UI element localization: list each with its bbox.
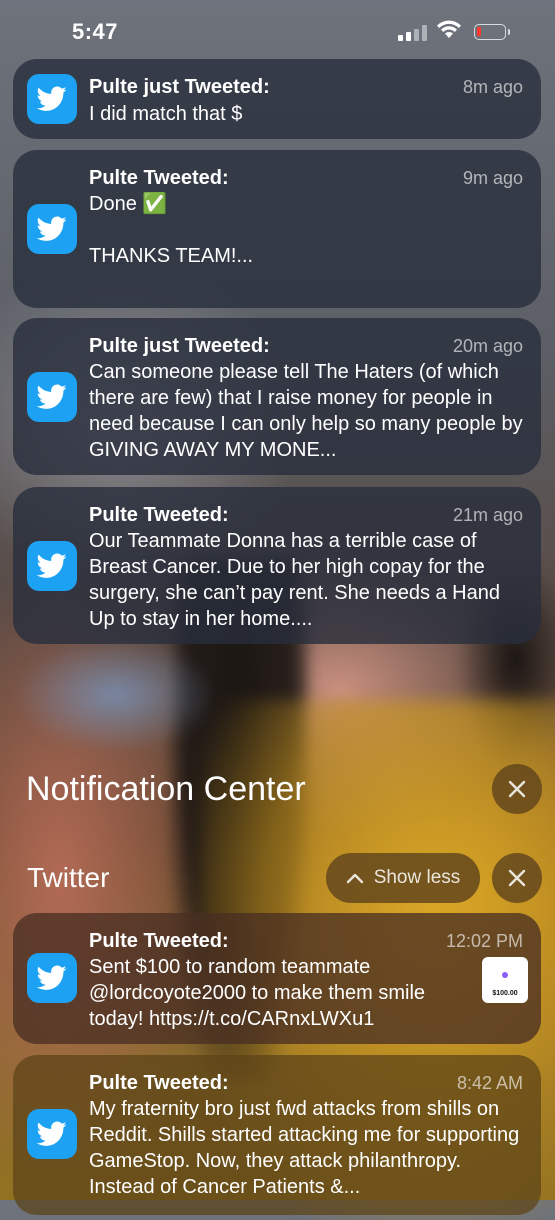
background-photo-detail — [20, 640, 210, 750]
notification-card[interactable]: Pulte just Tweeted: 20m ago Can someone … — [13, 318, 541, 475]
twitter-bird-icon — [37, 1121, 67, 1146]
notification-title: Pulte Tweeted: — [89, 167, 229, 189]
show-less-button[interactable]: Show less — [326, 853, 480, 903]
clear-all-button[interactable] — [492, 764, 542, 814]
close-icon — [508, 780, 526, 798]
twitter-bird-icon — [37, 553, 67, 578]
app-group-label: Twitter — [27, 862, 110, 893]
twitter-bird-icon — [37, 965, 67, 990]
notification-time: 8:42 AM — [456, 1073, 523, 1093]
attachment-thumbnail: $100.00 — [482, 957, 528, 1003]
chevron-up-icon — [346, 873, 363, 884]
notification-title: Pulte just Tweeted: — [89, 76, 270, 98]
notification-card[interactable]: Pulte Tweeted: 12:02 PM Sent $100 to ran… — [13, 913, 541, 1044]
twitter-app-icon — [27, 372, 77, 422]
status-bar: 5:47 — [0, 0, 555, 60]
twitter-app-icon — [27, 541, 77, 591]
show-less-label: Show less — [373, 867, 461, 888]
notification-body: I did match that $ — [89, 103, 243, 125]
notification-body: Done ✅ THANKS TEAM!... — [89, 193, 254, 267]
notification-time: 20m ago — [452, 336, 523, 356]
twitter-app-icon — [27, 1109, 77, 1159]
notification-center-title: Notification Center — [26, 770, 306, 808]
notification-title: Pulte Tweeted: — [89, 504, 229, 526]
status-time: 5:47 — [72, 19, 119, 44]
twitter-bird-icon — [37, 384, 67, 409]
twitter-bird-icon — [37, 86, 67, 111]
notification-body: Our Teammate Donna has a terrible case o… — [89, 530, 500, 630]
notification-time: 12:02 PM — [445, 931, 523, 951]
notification-time: 8m ago — [462, 77, 523, 97]
cellular-signal-icon — [398, 24, 428, 41]
notification-body: Can someone please tell The Haters (of w… — [89, 361, 523, 461]
notification-time: 21m ago — [452, 505, 523, 525]
twitter-app-icon — [27, 953, 77, 1003]
clear-group-button[interactable] — [492, 853, 542, 903]
twitter-app-icon — [27, 74, 77, 124]
twitter-bird-icon — [37, 216, 67, 241]
close-icon — [508, 869, 526, 887]
notification-card[interactable]: Pulte just Tweeted: 8m ago I did match t… — [13, 59, 541, 139]
notification-time: 9m ago — [462, 168, 523, 188]
notification-body: My fraternity bro just fwd attacks from … — [89, 1098, 520, 1198]
notification-title: Pulte just Tweeted: — [89, 335, 270, 357]
notification-card[interactable]: Pulte Tweeted: 21m ago Our Teammate Donn… — [13, 487, 541, 644]
notification-title: Pulte Tweeted: — [89, 930, 229, 952]
notification-title: Pulte Tweeted: — [89, 1072, 229, 1094]
battery-icon — [474, 24, 510, 40]
notification-body: Sent $100 to random teammate @lordcoyote… — [89, 956, 426, 1030]
notification-card[interactable]: Pulte Tweeted: 9m ago Done ✅ THANKS TEAM… — [13, 150, 541, 308]
twitter-app-icon — [27, 204, 77, 254]
notification-card[interactable]: Pulte Tweeted: 8:42 AM My fraternity bro… — [13, 1055, 541, 1215]
thumbnail-amount: $100.00 — [492, 990, 518, 997]
wifi-icon — [437, 20, 461, 38]
